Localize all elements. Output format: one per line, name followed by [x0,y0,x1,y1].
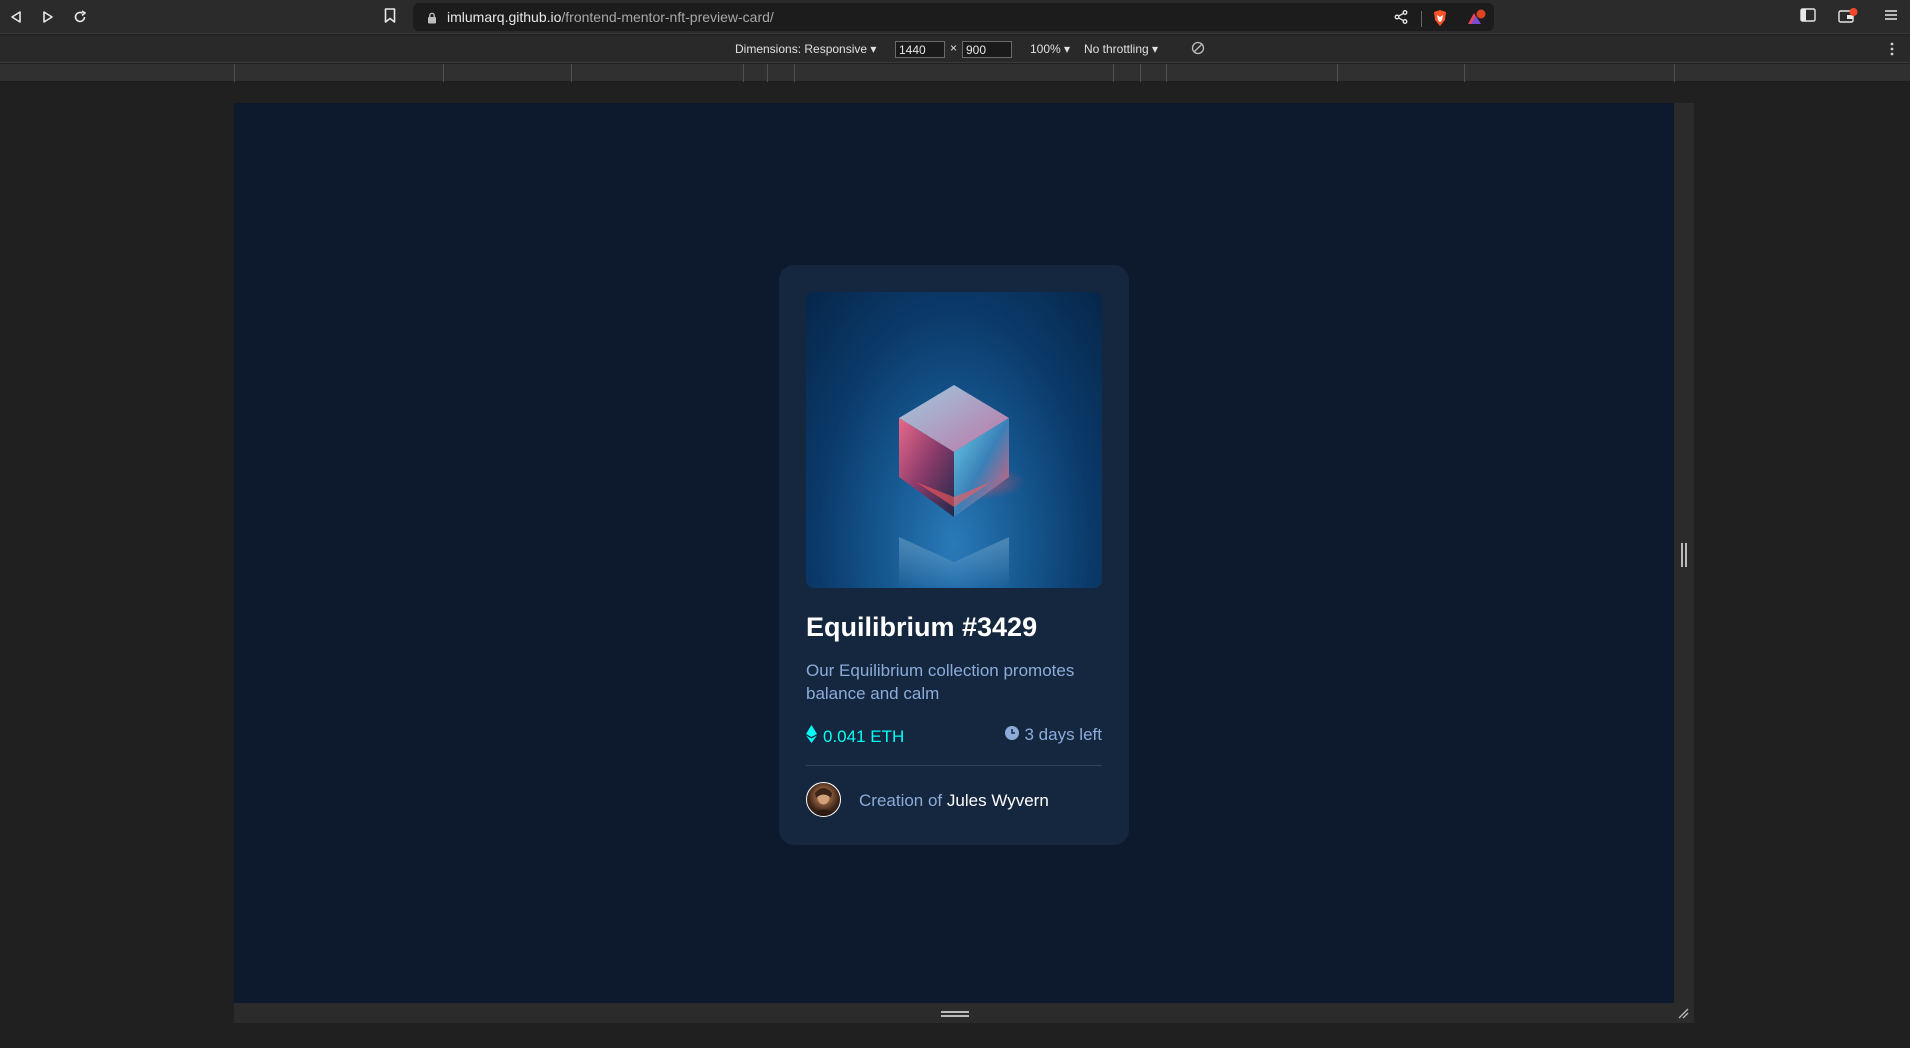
resize-handle-right[interactable] [1681,543,1687,567]
dimensions-label: Dimensions: Responsive [735,42,868,56]
throttling-label: No throttling [1084,42,1149,56]
forward-icon[interactable] [38,7,58,27]
width-input[interactable] [895,41,945,58]
nft-title[interactable]: Equilibrium #3429 [806,612,1037,643]
time-left-value: 3 days left [1024,725,1103,744]
address-bar[interactable]: imlumarq.github.io/frontend-mentor-nft-p… [413,3,1494,31]
zoom-dropdown[interactable]: 100% ▾ [1030,42,1070,56]
media-query-segment[interactable] [1113,64,1114,82]
times-sign: × [950,41,958,55]
dropdown-arrow-icon: ▾ [870,42,877,56]
url-host: imlumarq.github.io [447,9,562,25]
dropdown-arrow-icon: ▾ [1152,42,1159,56]
media-query-segment[interactable] [571,64,572,82]
brave-shields-icon[interactable] [1432,9,1448,32]
nft-description: Our Equilibrium collection promotes bala… [806,661,1075,703]
resize-handle-bottom[interactable] [941,1011,969,1017]
toolbar-separator [1421,11,1422,27]
page-viewport: Equilibrium #3429 Our Equilibrium collec… [234,103,1674,1003]
nft-price: 0.041 ETH [806,725,904,748]
wallet-icon[interactable] [1838,8,1858,29]
creator-prefix: Creation of [859,791,943,810]
sidebar-icon[interactable] [1800,8,1816,27]
media-query-segment[interactable] [1337,64,1338,82]
media-query-segment[interactable] [234,64,235,82]
card-divider [806,765,1102,766]
price-value: 0.041 ETH [823,726,905,746]
rotate-icon[interactable] [1191,41,1205,58]
menu-icon[interactable] [1884,8,1898,27]
resize-corner-icon[interactable] [1677,1006,1689,1024]
browser-toolbar: imlumarq.github.io/frontend-mentor-nft-p… [0,0,1910,34]
reload-icon[interactable] [70,7,90,27]
creator-line: Creation of Jules Wyvern [859,791,1049,811]
back-icon[interactable] [6,7,26,27]
dropdown-arrow-icon: ▾ [1064,42,1071,56]
media-query-segment[interactable] [767,64,768,82]
more-options-icon[interactable] [1890,42,1894,59]
ethereum-icon [806,725,817,748]
media-query-segment[interactable] [1464,64,1465,82]
media-query-segment[interactable] [743,64,744,82]
media-query-segment[interactable] [794,64,795,82]
media-query-segment[interactable] [1674,64,1675,82]
height-input[interactable] [962,41,1012,58]
nft-card: Equilibrium #3429 Our Equilibrium collec… [779,265,1129,845]
nft-image[interactable] [806,292,1102,588]
media-query-bar[interactable] [0,64,1910,82]
clock-icon [1004,725,1019,745]
brave-rewards-icon[interactable] [1466,9,1486,32]
media-query-segment[interactable] [1166,64,1167,82]
creator-avatar [806,782,841,817]
device-toolbar: Dimensions: Responsive ▾ × 100% ▾ No thr… [0,35,1910,63]
dimensions-dropdown[interactable]: Dimensions: Responsive ▾ [735,42,876,56]
creator-name[interactable]: Jules Wyvern [947,791,1049,810]
media-query-segment[interactable] [1140,64,1141,82]
throttling-dropdown[interactable]: No throttling ▾ [1084,42,1158,56]
share-icon[interactable] [1394,10,1408,29]
media-query-segment[interactable] [443,64,444,82]
bookmark-icon[interactable] [384,8,396,28]
time-left: 3 days left [1004,725,1103,745]
zoom-label: 100% [1030,42,1061,56]
url-path: /frontend-mentor-nft-preview-card/ [561,9,774,25]
lock-icon [427,11,437,29]
url-text: imlumarq.github.io/frontend-mentor-nft-p… [447,9,774,25]
